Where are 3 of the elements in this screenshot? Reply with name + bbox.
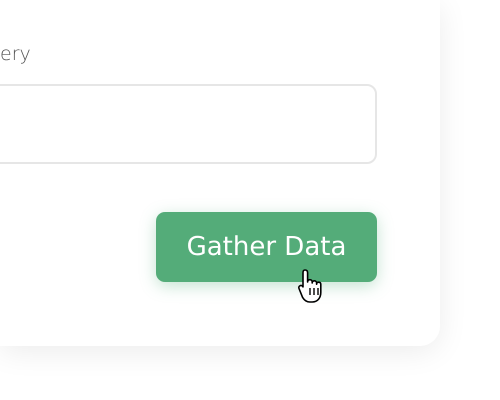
gather-data-button[interactable]: Gather Data — [156, 212, 377, 282]
input-field[interactable] — [0, 84, 377, 164]
field-label: ery — [0, 42, 31, 67]
